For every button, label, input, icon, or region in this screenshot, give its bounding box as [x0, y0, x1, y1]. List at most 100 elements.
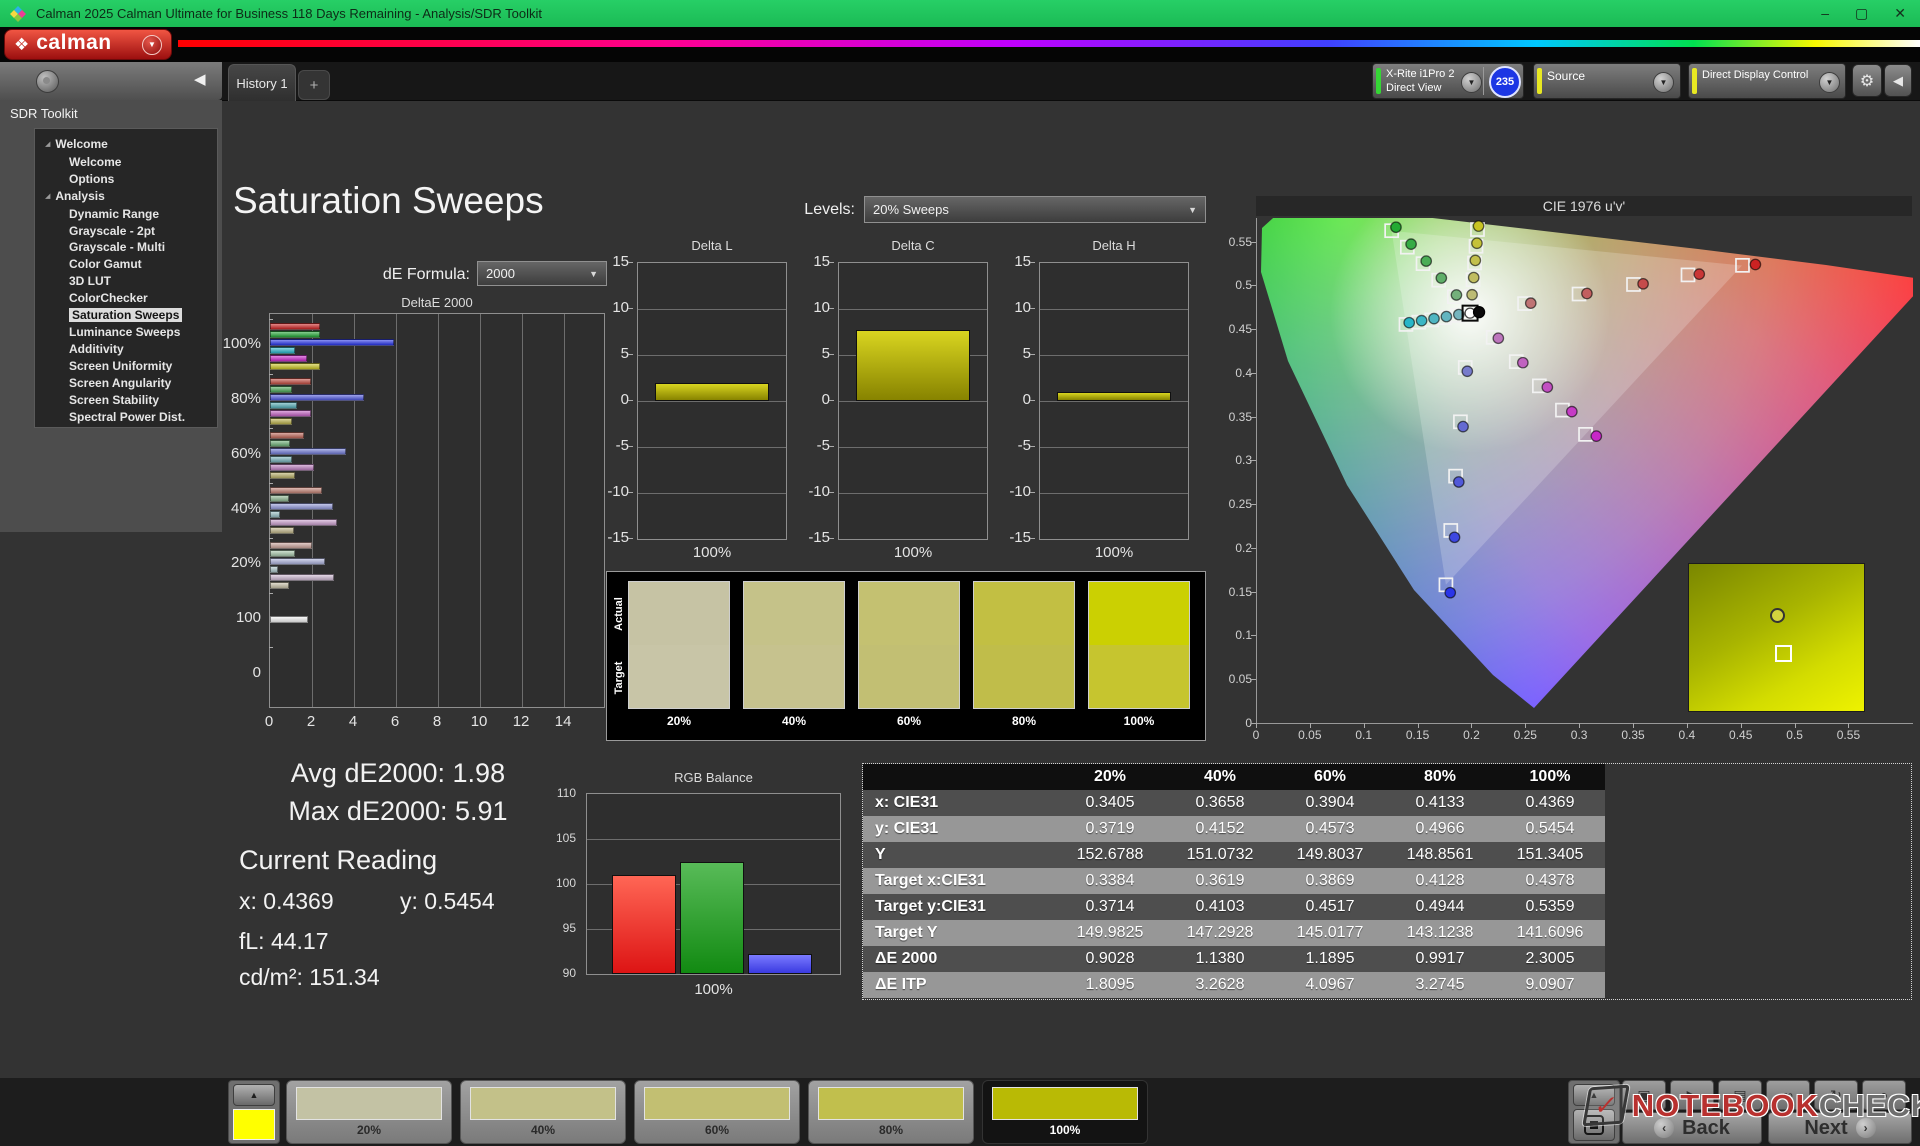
logo-bar: ❖ calman ▼: [0, 27, 1920, 62]
toolbar-collapse-button[interactable]: ◀: [1884, 64, 1912, 97]
de-formula-value: 2000: [486, 266, 515, 281]
deltae-y-labels: 100%80%60%40%20%1000: [185, 313, 265, 708]
compare-swatch-20%: [628, 581, 730, 709]
reading-cdm2: cd/m²: 151.34: [239, 964, 380, 991]
meter-badge[interactable]: 235: [1489, 66, 1521, 98]
rgb-balance-title: RGB Balance: [586, 770, 841, 785]
page-title: Saturation Sweeps: [233, 180, 544, 222]
mini-tool-button-3[interactable]: ▤: [1718, 1080, 1762, 1110]
compare-swatch-100%: [1088, 581, 1190, 709]
reading-fl: fL: 44.17: [239, 928, 329, 955]
settings-button[interactable]: ⚙: [1852, 64, 1882, 97]
source-status-stripe: [1537, 68, 1542, 94]
calman-menu-button[interactable]: ❖ calman ▼: [4, 29, 172, 60]
mini-tool-button-2[interactable]: ▶: [1670, 1080, 1714, 1110]
table-row: x: CIE310.34050.36580.39040.41330.4369: [863, 790, 1605, 816]
table-row: Target x:CIE310.33840.36190.38690.41280.…: [863, 868, 1605, 894]
back-label: Back: [1682, 1117, 1730, 1140]
table-row: Target y:CIE310.37140.41030.45170.49440.…: [863, 894, 1605, 920]
mini-tool-button-5[interactable]: ↻: [1814, 1080, 1858, 1110]
tree-item-3d-lut[interactable]: 3D LUT: [35, 273, 217, 290]
mini-tool-button-4[interactable]: ∞: [1766, 1080, 1810, 1110]
expand-up-icon[interactable]: ▲: [233, 1084, 275, 1106]
minimize-icon[interactable]: –: [1821, 0, 1829, 27]
source-dropdown[interactable]: Source ▼: [1533, 63, 1681, 99]
maximize-icon[interactable]: ▢: [1855, 0, 1868, 27]
display-dropdown-arrow-icon[interactable]: ▼: [1819, 72, 1840, 93]
tree-item-grayscale-2pt[interactable]: Grayscale - 2pt: [35, 223, 217, 240]
sidebar-title: SDR Toolkit: [10, 106, 78, 121]
add-tab-button[interactable]: +: [298, 70, 330, 100]
display-status-stripe: [1692, 68, 1697, 94]
de-formula-dropdown[interactable]: 2000▼: [477, 261, 607, 286]
avg-de2000: Avg dE2000: 1.98: [233, 758, 563, 789]
rainbow-divider: [178, 40, 1920, 47]
tree-item-analysis[interactable]: ◢Analysis: [35, 188, 217, 206]
status-lamp-icon[interactable]: [36, 70, 59, 93]
next-label: Next: [1804, 1117, 1847, 1140]
max-de2000: Max dE2000: 5.91: [233, 796, 563, 827]
tree-item-color-gamut[interactable]: Color Gamut: [35, 256, 217, 273]
next-button[interactable]: Next ›: [1768, 1112, 1912, 1144]
pattern-tile-40%[interactable]: 40%: [460, 1080, 626, 1144]
app-icon: [10, 6, 26, 22]
levels-value: 20% Sweeps: [873, 202, 949, 217]
stop-button[interactable]: [1573, 1109, 1615, 1141]
tab-history-1[interactable]: History 1: [228, 64, 296, 101]
meter-dropdown[interactable]: X-Rite i1Pro 2 Direct View ▼ 235: [1372, 63, 1524, 99]
pattern-tile-20%[interactable]: 20%: [286, 1080, 452, 1144]
rgb-balance-chart: [586, 793, 841, 975]
tree-item-welcome[interactable]: ◢Welcome: [35, 136, 217, 154]
sidebar-collapse-icon[interactable]: ◀: [194, 70, 206, 88]
levels-label: Levels:: [700, 201, 855, 219]
levels-dropdown[interactable]: 20% Sweeps▼: [864, 196, 1206, 223]
expand-up-icon[interactable]: ▲: [1573, 1084, 1615, 1106]
meter-mode: Direct View: [1386, 81, 1454, 95]
cie-zoom-inset: [1688, 563, 1865, 712]
chevron-left-icon: ‹: [1654, 1118, 1674, 1138]
calman-logo-icon: ❖: [14, 36, 29, 53]
pattern-tile-100%[interactable]: 100%: [982, 1080, 1148, 1144]
compare-swatch-60%: [858, 581, 960, 709]
cie-chart-title: CIE 1976 u'v': [1256, 196, 1912, 216]
pattern-tile-60%[interactable]: 60%: [634, 1080, 800, 1144]
calman-menu-arrow-icon[interactable]: ▼: [142, 35, 162, 55]
display-label: Direct Display Control: [1702, 69, 1808, 81]
table-row: y: CIE310.37190.41520.45730.49660.5454: [863, 816, 1605, 842]
window-titlebar: Calman 2025 Calman Ultimate for Business…: [0, 0, 1920, 27]
calman-logo-text: calman: [36, 31, 111, 55]
mini-tool-button-1[interactable]: ▣: [1622, 1080, 1666, 1110]
reading-y: y: 0.5454: [400, 888, 495, 915]
tree-item-grayscale-multi[interactable]: Grayscale - Multi: [35, 239, 217, 256]
chevron-left-icon: ◀: [1893, 73, 1903, 89]
window-title: Calman 2025 Calman Ultimate for Business…: [36, 6, 542, 21]
tree-item-colorchecker[interactable]: ColorChecker: [35, 290, 217, 307]
close-icon[interactable]: ✕: [1894, 0, 1906, 27]
sidebar-header: ◀: [0, 62, 222, 100]
pattern-bar: ▲ 20%40%60%80%100% ▲ ▣▶▤∞↻● ‹ Back Next …: [0, 1078, 1920, 1146]
meter-dropdown-arrow-icon[interactable]: ▼: [1461, 72, 1482, 93]
tree-item-options[interactable]: Options: [35, 171, 217, 188]
capture-controls-tile: ▲: [1568, 1080, 1620, 1144]
meter-name: X-Rite i1Pro 2: [1386, 67, 1454, 81]
back-button[interactable]: ‹ Back: [1622, 1112, 1762, 1144]
source-label: Source: [1547, 69, 1585, 83]
de-formula-label: dE Formula:: [300, 266, 470, 284]
rgb-y-labels: 1101051009590: [538, 793, 582, 975]
stop-icon: [1584, 1115, 1604, 1135]
tree-item-welcome[interactable]: Welcome: [35, 154, 217, 171]
table-row: ΔE ITP1.80953.26284.09673.27459.0907: [863, 972, 1605, 998]
compare-swatch-40%: [743, 581, 845, 709]
source-dropdown-arrow-icon[interactable]: ▼: [1653, 72, 1674, 93]
tree-item-dynamic-range[interactable]: Dynamic Range: [35, 206, 217, 223]
pattern-tile-80%[interactable]: 80%: [808, 1080, 974, 1144]
deltae-chart-title: DeltaE 2000: [269, 295, 605, 310]
mini-tool-button-6[interactable]: ●: [1862, 1080, 1906, 1110]
divider: [1483, 67, 1484, 95]
compare-swatch-80%: [973, 581, 1075, 709]
delta-l-chart: Delta L151050-5-10-15100%: [597, 238, 787, 568]
display-control-dropdown[interactable]: Direct Display Control ▼: [1688, 63, 1846, 99]
deltae-x-labels: 02468101214: [269, 713, 605, 731]
current-pattern-swatch[interactable]: [233, 1109, 275, 1140]
delta-h-chart: Delta H151050-5-10-15100%: [999, 238, 1189, 568]
